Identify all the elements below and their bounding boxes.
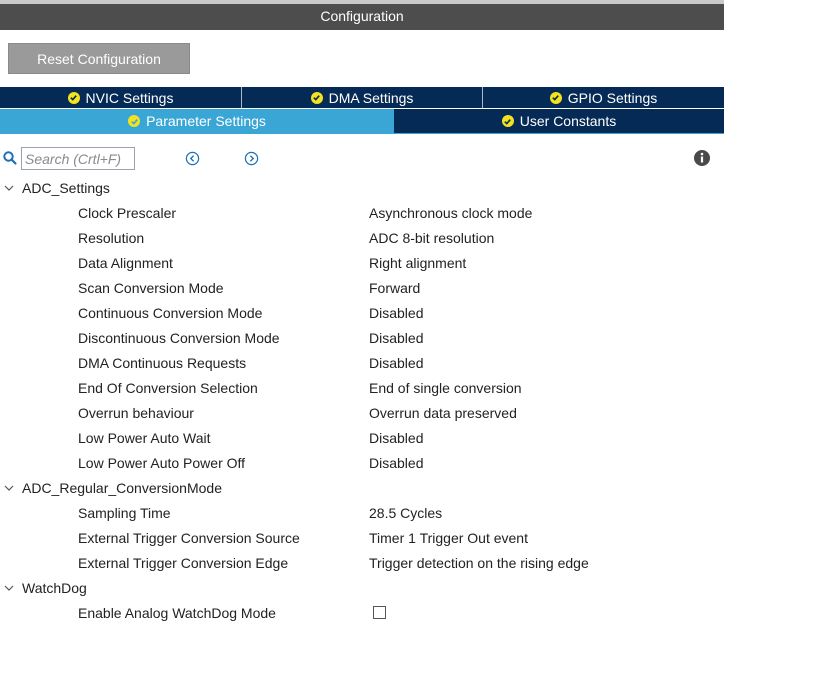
param-name: Clock Prescaler bbox=[78, 205, 177, 221]
circle-chevron-right-icon[interactable] bbox=[244, 151, 259, 166]
group-adc-settings[interactable]: ADC_Settings bbox=[0, 176, 724, 201]
check-circle-icon bbox=[549, 91, 562, 104]
param-value[interactable]: Disabled bbox=[369, 426, 423, 451]
enable-analog-watchdog-checkbox[interactable] bbox=[373, 606, 386, 619]
param-value[interactable]: Forward bbox=[369, 276, 420, 301]
param-value[interactable]: Right alignment bbox=[369, 251, 466, 276]
param-value[interactable]: Asynchronous clock mode bbox=[369, 201, 532, 226]
param-row: End Of Conversion Selection End of single… bbox=[0, 376, 724, 401]
tab-underline bbox=[0, 133, 724, 140]
chevron-down-icon[interactable] bbox=[4, 584, 14, 592]
tab-label: Parameter Settings bbox=[146, 113, 266, 129]
param-value[interactable]: Disabled bbox=[369, 326, 423, 351]
param-value[interactable]: ADC 8-bit resolution bbox=[369, 226, 494, 251]
tab-nvic-settings[interactable]: NVIC Settings bbox=[0, 87, 242, 108]
param-name: Overrun behaviour bbox=[78, 405, 194, 421]
check-circle-icon bbox=[310, 91, 323, 104]
param-name: End Of Conversion Selection bbox=[78, 380, 258, 396]
param-row: External Trigger Conversion Edge Trigger … bbox=[0, 551, 724, 576]
param-row: Data Alignment Right alignment bbox=[0, 251, 724, 276]
param-row: Continuous Conversion Mode Disabled bbox=[0, 301, 724, 326]
param-row: Low Power Auto Wait Disabled bbox=[0, 426, 724, 451]
tab-label: DMA Settings bbox=[328, 89, 414, 106]
tab-gpio-settings[interactable]: GPIO Settings bbox=[483, 87, 724, 108]
reset-configuration-button[interactable]: Reset Configuration bbox=[8, 43, 190, 74]
check-circle-icon bbox=[67, 91, 80, 104]
tab-row-secondary: Parameter Settings User Constants bbox=[0, 109, 724, 133]
param-name: External Trigger Conversion Source bbox=[78, 530, 300, 546]
param-name: Continuous Conversion Mode bbox=[78, 305, 263, 321]
config-title: Configuration bbox=[320, 8, 404, 24]
tab-label: GPIO Settings bbox=[567, 89, 658, 106]
param-row: Clock Prescaler Asynchronous clock mode bbox=[0, 201, 724, 226]
param-row: Enable Analog WatchDog Mode bbox=[0, 601, 724, 626]
param-row: Discontinuous Conversion Mode Disabled bbox=[0, 326, 724, 351]
param-name: Enable Analog WatchDog Mode bbox=[78, 605, 276, 621]
param-value[interactable]: Disabled bbox=[369, 351, 423, 376]
param-row: Overrun behaviour Overrun data preserved bbox=[0, 401, 724, 426]
param-value[interactable]: Disabled bbox=[369, 301, 423, 326]
param-row: Sampling Time 28.5 Cycles bbox=[0, 501, 724, 526]
tab-dma-settings[interactable]: DMA Settings bbox=[242, 87, 483, 108]
param-value[interactable]: Trigger detection on the rising edge bbox=[369, 551, 589, 576]
param-row: Resolution ADC 8-bit resolution bbox=[0, 226, 724, 251]
parameter-tree: ADC_Settings Clock Prescaler Asynchronous… bbox=[0, 176, 724, 626]
param-row: Low Power Auto Power Off Disabled bbox=[0, 451, 724, 476]
param-name: Data Alignment bbox=[78, 255, 173, 271]
param-value[interactable]: End of single conversion bbox=[369, 376, 522, 401]
param-name: DMA Continuous Requests bbox=[78, 355, 247, 371]
tab-label: NVIC Settings bbox=[85, 89, 174, 106]
check-circle-icon bbox=[501, 115, 514, 127]
check-circle-icon bbox=[128, 115, 141, 127]
tab-user-constants[interactable]: User Constants bbox=[394, 109, 724, 133]
param-value[interactable]: Timer 1 Trigger Out event bbox=[369, 526, 528, 551]
param-row: DMA Continuous Requests Disabled bbox=[0, 351, 724, 376]
param-value[interactable]: Overrun data preserved bbox=[369, 401, 517, 426]
param-name: Resolution bbox=[78, 230, 145, 246]
chevron-down-icon[interactable] bbox=[4, 184, 14, 192]
circle-chevron-left-icon[interactable] bbox=[185, 151, 200, 166]
search-icon[interactable] bbox=[2, 150, 18, 166]
chevron-down-icon[interactable] bbox=[4, 484, 14, 492]
tab-label: User Constants bbox=[519, 113, 617, 129]
param-name: Low Power Auto Wait bbox=[78, 430, 211, 446]
config-title-bar: Configuration bbox=[0, 0, 724, 30]
param-value[interactable]: 28.5 Cycles bbox=[369, 501, 442, 526]
info-icon[interactable] bbox=[693, 149, 711, 167]
param-name: Discontinuous Conversion Mode bbox=[78, 330, 280, 346]
param-row: External Trigger Conversion Source Timer … bbox=[0, 526, 724, 551]
param-name: External Trigger Conversion Edge bbox=[78, 555, 289, 571]
group-label: WatchDog bbox=[22, 580, 87, 596]
group-adc-regular-conversionmode[interactable]: ADC_Regular_ConversionMode bbox=[0, 476, 724, 501]
group-label: ADC_Settings bbox=[22, 180, 110, 196]
group-watchdog[interactable]: WatchDog bbox=[0, 576, 724, 601]
tab-parameter-settings[interactable]: Parameter Settings bbox=[0, 109, 394, 133]
tab-row-primary: NVIC Settings DMA Settings GPIO Settings bbox=[0, 87, 724, 108]
param-name: Scan Conversion Mode bbox=[78, 280, 224, 296]
param-name: Low Power Auto Power Off bbox=[78, 455, 246, 471]
search-input[interactable] bbox=[21, 147, 135, 170]
param-value[interactable]: Disabled bbox=[369, 451, 423, 476]
param-name: Sampling Time bbox=[78, 505, 171, 521]
group-label: ADC_Regular_ConversionMode bbox=[22, 480, 222, 496]
param-row: Scan Conversion Mode Forward bbox=[0, 276, 724, 301]
